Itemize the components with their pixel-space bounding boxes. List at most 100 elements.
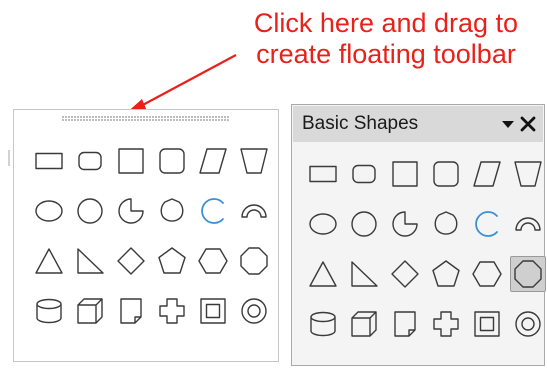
floating-shape-rectangle-rounded[interactable]: [345, 149, 383, 199]
docked-shape-ring[interactable]: [235, 286, 273, 336]
arc-icon: [201, 198, 224, 224]
folded-corner-icon: [120, 298, 142, 324]
rectangle-rounded-icon: [352, 164, 376, 184]
docked-shape-square[interactable]: [112, 136, 150, 186]
square-icon: [392, 161, 418, 187]
floating-shape-right-triangle[interactable]: [345, 249, 383, 299]
toolbar-title: Basic Shapes: [302, 113, 419, 134]
docked-shape-rectangle[interactable]: [30, 136, 68, 186]
docked-shape-octagon[interactable]: [235, 236, 273, 286]
docked-shape-cross[interactable]: [153, 286, 191, 336]
floating-shape-ring[interactable]: [509, 299, 547, 349]
right-triangle-icon: [351, 261, 378, 287]
instruction-callout: Click here and drag to create floating t…: [228, 8, 544, 70]
pentagon-icon: [432, 260, 460, 287]
floating-shape-square[interactable]: [386, 149, 424, 199]
block-arc-circle-icon: [434, 211, 458, 235]
docked-shape-rectangle-rounded[interactable]: [71, 136, 109, 186]
hexagon-icon: [198, 248, 228, 274]
docked-shape-circle[interactable]: [71, 186, 109, 236]
right-triangle-icon: [77, 248, 104, 274]
ring-icon: [241, 298, 267, 324]
docked-shape-pentagon[interactable]: [153, 236, 191, 286]
drag-handle-icon[interactable]: [59, 114, 229, 123]
docked-shape-arc[interactable]: [194, 186, 232, 236]
callout-line-1: Click here and drag to: [253, 8, 519, 38]
docked-shapes-grid: [30, 136, 273, 336]
docked-shape-circle-pie[interactable]: [112, 186, 150, 236]
floating-shape-block-arc[interactable]: [509, 199, 547, 249]
docked-shape-block-arc[interactable]: [235, 186, 273, 236]
isosceles-triangle-icon: [309, 261, 337, 287]
diamond-icon: [117, 247, 145, 275]
docked-shape-hexagon[interactable]: [194, 236, 232, 286]
circle-pie-icon: [392, 211, 418, 237]
pentagon-icon: [158, 247, 186, 274]
docked-shape-diamond[interactable]: [112, 236, 150, 286]
floating-shape-ellipse[interactable]: [304, 199, 342, 249]
hexagon-icon: [472, 261, 502, 287]
diamond-icon: [391, 260, 419, 288]
rectangle-rounded-icon: [78, 151, 102, 171]
floating-shape-cube[interactable]: [345, 299, 383, 349]
trapezoid-icon: [514, 161, 542, 187]
dropdown-arrow-icon[interactable]: [500, 115, 516, 133]
docked-shape-parallelogram[interactable]: [194, 136, 232, 186]
square-icon: [118, 148, 144, 174]
frame-icon: [474, 311, 500, 337]
floating-shape-can[interactable]: [304, 299, 342, 349]
docked-shape-square-rounded[interactable]: [153, 136, 191, 186]
rectangle-icon: [35, 152, 63, 170]
floating-shape-arc[interactable]: [468, 199, 506, 249]
parallelogram-icon: [199, 148, 227, 174]
floating-shape-cross[interactable]: [427, 299, 465, 349]
docked-shape-can[interactable]: [30, 286, 68, 336]
docked-shape-ellipse[interactable]: [30, 186, 68, 236]
floating-shape-frame[interactable]: [468, 299, 506, 349]
can-icon: [310, 311, 336, 337]
floating-shape-diamond[interactable]: [386, 249, 424, 299]
docked-shape-isosceles-triangle[interactable]: [30, 236, 68, 286]
toolbar-titlebar[interactable]: Basic Shapes: [293, 106, 543, 142]
floating-shape-octagon[interactable]: [509, 249, 547, 299]
ring-icon: [515, 311, 541, 337]
floating-shape-circle-pie[interactable]: [386, 199, 424, 249]
arc-icon: [475, 211, 498, 237]
docked-shape-right-triangle[interactable]: [71, 236, 109, 286]
parallelogram-icon: [473, 161, 501, 187]
cube-icon: [351, 311, 377, 337]
can-icon: [36, 298, 62, 324]
floating-shape-trapezoid[interactable]: [509, 149, 547, 199]
octagon-icon: [514, 260, 542, 288]
cube-icon: [77, 298, 103, 324]
floating-shape-folded-corner[interactable]: [386, 299, 424, 349]
docked-shape-trapezoid[interactable]: [235, 136, 273, 186]
callout-line-2: create floating toolbar: [256, 39, 516, 69]
rectangle-icon: [309, 165, 337, 183]
floating-shape-hexagon[interactable]: [468, 249, 506, 299]
square-rounded-icon: [159, 148, 185, 174]
close-icon[interactable]: [518, 114, 538, 134]
docked-shape-frame[interactable]: [194, 286, 232, 336]
circle-pie-icon: [118, 198, 144, 224]
floating-shape-circle[interactable]: [345, 199, 383, 249]
ellipse-icon: [35, 200, 63, 222]
octagon-icon: [240, 247, 268, 275]
floating-shape-square-rounded[interactable]: [427, 149, 465, 199]
circle-icon: [77, 198, 103, 224]
docked-shape-folded-corner[interactable]: [112, 286, 150, 336]
block-arc-icon: [241, 204, 267, 218]
cross-icon: [159, 298, 185, 324]
ellipse-icon: [309, 213, 337, 235]
floating-shape-rectangle[interactable]: [304, 149, 342, 199]
block-arc-circle-icon: [160, 198, 184, 222]
folded-corner-icon: [394, 311, 416, 337]
floating-shape-block-arc-circle[interactable]: [427, 199, 465, 249]
docked-basic-shapes-toolbar: [13, 109, 279, 362]
docked-shape-block-arc-circle[interactable]: [153, 186, 191, 236]
floating-shape-parallelogram[interactable]: [468, 149, 506, 199]
floating-shape-isosceles-triangle[interactable]: [304, 249, 342, 299]
floating-shape-pentagon[interactable]: [427, 249, 465, 299]
docked-shape-cube[interactable]: [71, 286, 109, 336]
cross-icon: [433, 311, 459, 337]
